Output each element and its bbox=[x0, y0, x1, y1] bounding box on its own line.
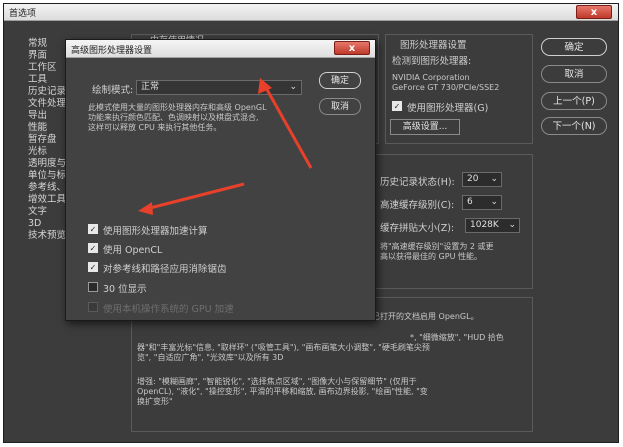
annotation-arrow-lower bbox=[138, 182, 245, 215]
annotation-arrows bbox=[138, 78, 313, 215]
annotation-arrow-upper bbox=[258, 78, 313, 169]
